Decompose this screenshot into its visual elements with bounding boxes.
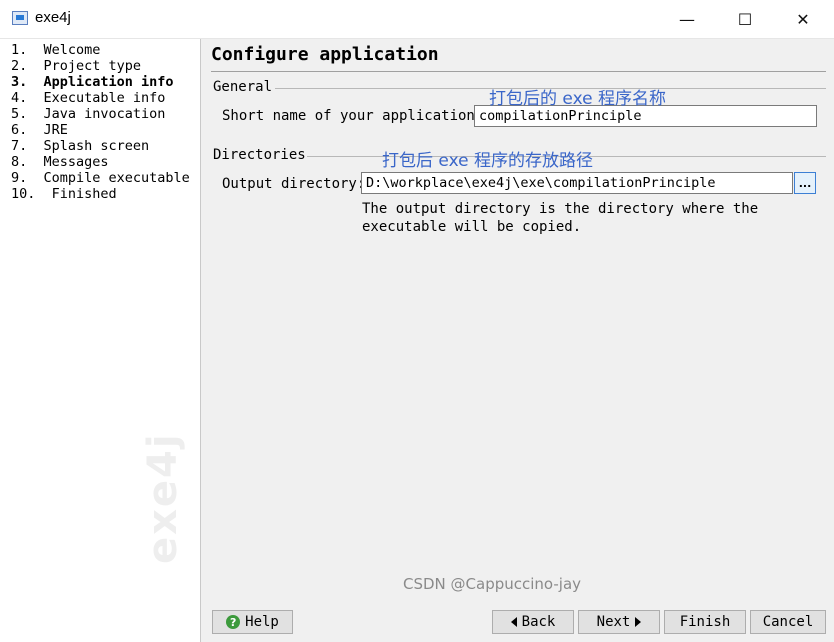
annotation-output-directory: 打包后 exe 程序的存放路径 bbox=[382, 151, 593, 171]
step-messages: 8. Messages bbox=[11, 154, 109, 170]
output-directory-label: Output directory: bbox=[222, 176, 366, 192]
title-divider bbox=[211, 71, 826, 72]
title-bar: exe4j — ☐ ✕ bbox=[0, 0, 834, 39]
help-button-label: Help bbox=[245, 614, 279, 630]
help-button[interactable]: ? Help bbox=[212, 610, 293, 634]
step-jre: 6. JRE bbox=[11, 122, 68, 138]
step-finished: 10. Finished bbox=[11, 186, 117, 202]
minimize-button[interactable]: — bbox=[658, 0, 716, 38]
step-project-type: 2. Project type bbox=[11, 58, 142, 74]
step-welcome: 1. Welcome bbox=[11, 42, 101, 58]
browse-button[interactable]: ... bbox=[794, 172, 816, 194]
csdn-watermark: CSDN @Cappuccino-jay bbox=[403, 575, 582, 593]
wizard-steps-sidebar: 1. Welcome 2. Project type 3. Applicatio… bbox=[0, 39, 201, 642]
exe4j-watermark-logo: exe4j bbox=[140, 432, 186, 564]
back-button[interactable]: Back bbox=[492, 610, 574, 634]
step-compile-executable: 9. Compile executable bbox=[11, 170, 190, 186]
close-button[interactable]: ✕ bbox=[774, 0, 832, 38]
arrow-left-icon bbox=[510, 617, 517, 627]
output-directory-help-text: The output directory is the directory wh… bbox=[362, 201, 759, 235]
app-icon bbox=[12, 11, 28, 25]
maximize-button[interactable]: ☐ bbox=[716, 0, 774, 38]
cancel-button[interactable]: Cancel bbox=[750, 610, 826, 634]
step-application-info: 3. Application info bbox=[11, 74, 174, 90]
back-button-label: Back bbox=[521, 614, 556, 630]
output-directory-input[interactable]: D:\workplace\exe4j\exe\compilationPrinci… bbox=[361, 172, 793, 194]
next-button-label: Next bbox=[596, 614, 631, 630]
step-splash-screen: 7. Splash screen bbox=[11, 138, 150, 154]
next-button[interactable]: Next bbox=[578, 610, 660, 634]
directories-section-label: Directories bbox=[213, 147, 306, 163]
annotation-short-name: 打包后的 exe 程序名称 bbox=[489, 89, 666, 109]
cancel-button-label: Cancel bbox=[762, 614, 814, 630]
step-java-invocation: 5. Java invocation bbox=[11, 106, 166, 122]
finish-button[interactable]: Finish bbox=[664, 610, 746, 634]
short-name-label: Short name of your application: bbox=[222, 108, 484, 124]
finish-button-label: Finish bbox=[679, 614, 731, 630]
general-section-label: General bbox=[213, 79, 273, 95]
main-panel: Configure application General Short name… bbox=[201, 39, 834, 642]
arrow-right-icon bbox=[635, 617, 642, 627]
window-title: exe4j bbox=[35, 9, 71, 26]
help-icon: ? bbox=[226, 615, 241, 629]
page-title: Configure application bbox=[211, 44, 439, 65]
step-executable-info: 4. Executable info bbox=[11, 90, 166, 106]
